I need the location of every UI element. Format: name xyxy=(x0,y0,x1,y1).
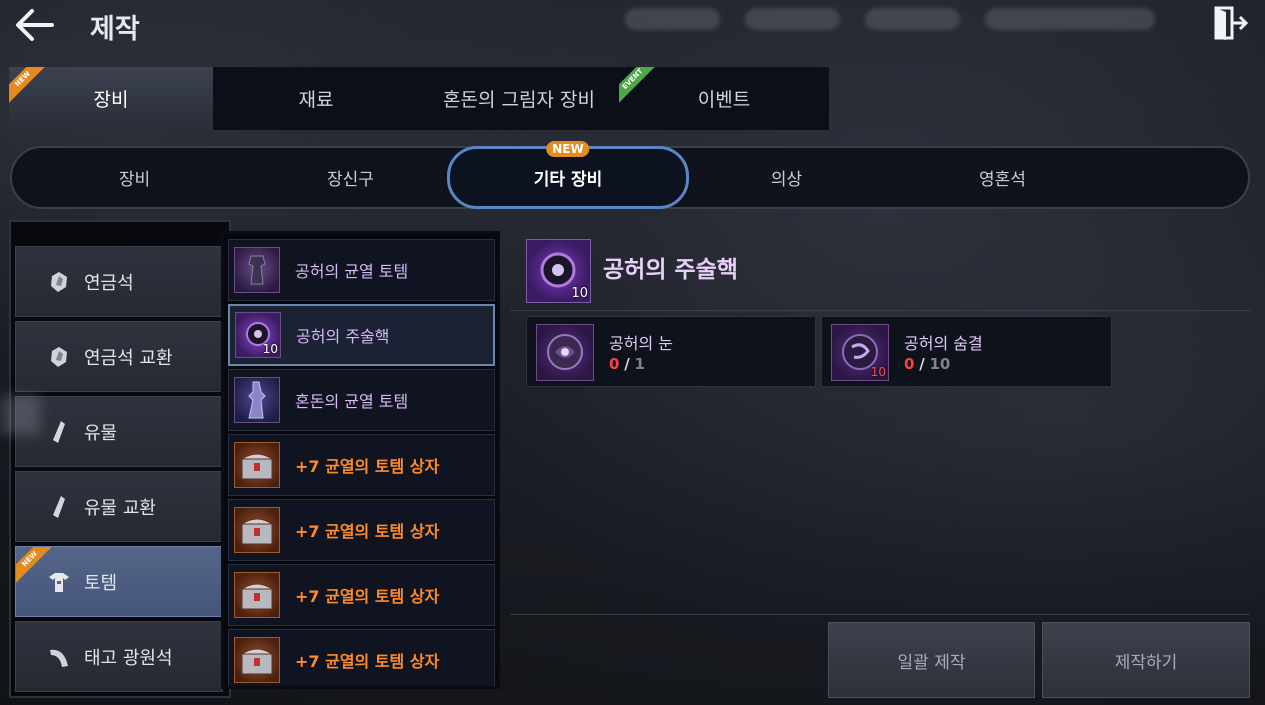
list-item[interactable]: +7 균열의 토템 상자 xyxy=(228,564,495,626)
void-core-icon: 10 xyxy=(526,239,591,303)
list-item-selected[interactable]: 10 공허의 주술핵 xyxy=(228,304,495,366)
relic-icon xyxy=(46,419,72,445)
list-item[interactable]: 공허의 균열 토템 xyxy=(228,239,495,301)
list-item[interactable]: 혼돈의 균열 토템 xyxy=(228,369,495,431)
currency-indicator-blurred xyxy=(745,8,840,30)
item-name: 혼돈의 균열 토템 xyxy=(295,392,409,411)
tab-equipment[interactable]: NEW 장비 xyxy=(9,67,213,130)
new-badge: NEW xyxy=(546,141,590,157)
list-item[interactable]: +7 균열의 토템 상자 xyxy=(228,629,495,686)
top-bar: 제작 xyxy=(0,0,1265,50)
chest-icon xyxy=(234,507,280,553)
main-tabs: NEW 장비 재료 혼돈의 그림자 장비 EVENT 이벤트 xyxy=(9,67,829,130)
currency-indicator-blurred xyxy=(985,8,1155,30)
category-label: 토템 xyxy=(84,572,118,594)
item-name: +7 균열의 토템 상자 xyxy=(295,457,440,476)
quantity-required: 1 xyxy=(634,355,645,373)
quantity-separator: / xyxy=(624,355,630,373)
new-badge: NEW xyxy=(9,67,45,103)
subtab-label: 영혼석 xyxy=(979,170,1026,190)
subtab-soulstone[interactable]: 영혼석 xyxy=(900,148,1105,207)
subtab-label: 기타 장비 xyxy=(533,170,603,190)
list-item[interactable]: +7 균열의 토템 상자 xyxy=(228,434,495,496)
tab-materials[interactable]: 재료 xyxy=(213,67,419,130)
material-name: 공허의 숨결 xyxy=(904,334,983,353)
quantity-separator: / xyxy=(919,355,925,373)
relic-icon xyxy=(46,494,72,520)
craft-button[interactable]: 제작하기 xyxy=(1042,622,1250,698)
subtab-label: 장비 xyxy=(118,170,151,190)
category-relic[interactable]: 유물 xyxy=(15,396,223,467)
subtab-label: 의상 xyxy=(770,170,803,190)
currency-indicator-blurred xyxy=(625,8,720,30)
category-primal-ore[interactable]: 태고 광원석 xyxy=(15,621,223,692)
bulk-craft-button[interactable]: 일괄 제작 xyxy=(828,622,1035,698)
category-label: 유물 xyxy=(84,422,118,444)
subtab-other-equipment[interactable]: NEW 기타 장비 xyxy=(447,141,689,209)
item-name: 공허의 주술핵 xyxy=(296,327,390,346)
alchemy-stone-icon xyxy=(46,269,72,295)
currency-indicator-blurred xyxy=(865,8,960,30)
tab-label: 이벤트 xyxy=(697,89,751,111)
material-card[interactable]: 공허의 눈 0 / 1 xyxy=(526,316,816,387)
item-name: +7 균열의 토템 상자 xyxy=(295,587,440,606)
category-totem[interactable]: NEW 토템 xyxy=(15,546,223,617)
tab-event[interactable]: EVENT 이벤트 xyxy=(619,67,829,130)
item-name: +7 균열의 토템 상자 xyxy=(295,522,440,541)
category-label: 유물 교환 xyxy=(84,497,156,519)
category-label: 연금석 교환 xyxy=(84,347,173,369)
category-label: 연금석 xyxy=(84,272,134,294)
quantity-required: 10 xyxy=(929,355,951,373)
list-item[interactable]: +7 균열의 토템 상자 xyxy=(228,499,495,561)
totem-item-icon xyxy=(234,377,280,423)
item-name: +7 균열의 토템 상자 xyxy=(295,652,440,671)
chest-icon xyxy=(234,637,280,683)
back-arrow-icon[interactable] xyxy=(12,7,56,43)
void-eye-icon xyxy=(536,324,594,381)
item-count: 10 xyxy=(262,342,278,356)
alchemy-stone-icon xyxy=(46,344,72,370)
primal-ore-icon xyxy=(46,644,72,670)
chest-icon xyxy=(234,442,280,488)
category-alchemy-stone-exchange[interactable]: 연금석 교환 xyxy=(15,321,223,392)
item-list: 공허의 균열 토템 10 공허의 주술핵 혼돈의 균열 토템 +7 균열의 토템… xyxy=(221,231,500,689)
new-badge: NEW xyxy=(16,547,52,583)
sub-tabs: 장비 장신구 NEW 기타 장비 의상 영혼석 xyxy=(10,141,1250,209)
item-count: 10 xyxy=(571,286,588,301)
blurred-overlay xyxy=(0,395,40,435)
tab-label: 장비 xyxy=(93,89,129,111)
tab-label: 재료 xyxy=(298,89,334,111)
tab-chaos-shadow-equipment[interactable]: 혼돈의 그림자 장비 xyxy=(419,67,619,130)
category-relic-exchange[interactable]: 유물 교환 xyxy=(15,471,223,542)
material-quantity: 0 / 1 xyxy=(609,355,645,373)
divider xyxy=(510,310,1250,311)
item-name: 공허의 균열 토템 xyxy=(295,262,409,281)
event-badge: EVENT xyxy=(619,67,655,103)
item-count: 10 xyxy=(870,365,886,379)
subtab-accessories[interactable]: 장신구 xyxy=(248,148,453,207)
void-core-item-icon: 10 xyxy=(235,312,281,358)
quantity-owned: 0 xyxy=(904,355,915,373)
quantity-owned: 0 xyxy=(609,355,620,373)
exit-icon[interactable] xyxy=(1212,4,1250,42)
category-list: 연금석 연금석 교환 유물 유물 교환 NEW 토템 태고 광원석 xyxy=(9,220,231,698)
totem-item-icon xyxy=(234,247,280,293)
subtab-equipment[interactable]: 장비 xyxy=(32,148,237,207)
divider xyxy=(510,614,1250,615)
material-name: 공허의 눈 xyxy=(609,334,673,353)
tab-label: 혼돈의 그림자 장비 xyxy=(443,89,595,111)
detail-title: 공허의 주술핵 xyxy=(603,257,738,283)
chest-icon xyxy=(234,572,280,618)
material-quantity: 0 / 10 xyxy=(904,355,950,373)
page-title: 제작 xyxy=(90,14,140,45)
category-label: 태고 광원석 xyxy=(84,647,173,669)
subtab-label: 장신구 xyxy=(327,170,374,190)
material-card[interactable]: 10 공허의 숨결 0 / 10 xyxy=(821,316,1112,387)
subtab-costume[interactable]: 의상 xyxy=(684,148,889,207)
void-breath-icon: 10 xyxy=(831,324,889,381)
category-alchemy-stone[interactable]: 연금석 xyxy=(15,246,223,317)
